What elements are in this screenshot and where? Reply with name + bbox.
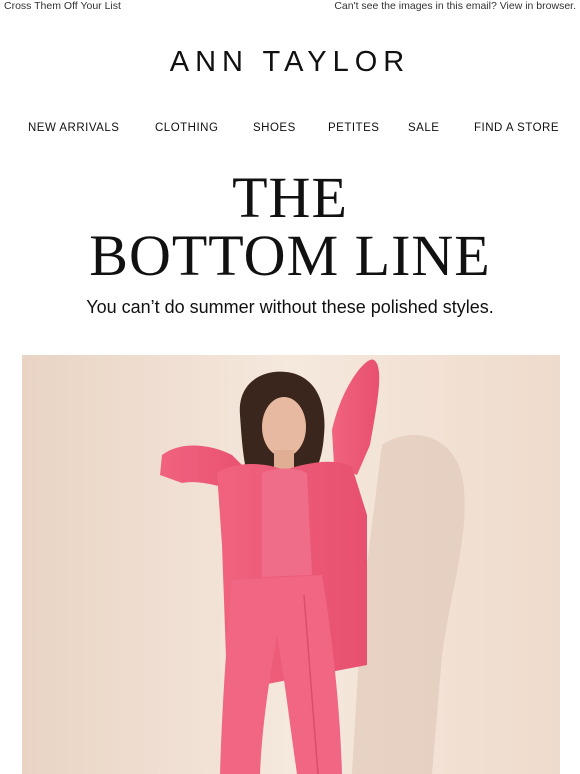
preheader-link-cross-off[interactable]: Cross Them Off Your List xyxy=(4,0,121,12)
face xyxy=(262,397,306,457)
brand-logo[interactable]: ANN TAYLOR xyxy=(0,46,580,79)
preheader: Cross Them Off Your List Can't see the i… xyxy=(0,0,580,14)
headline-line-2: BOTTOM LINE xyxy=(89,223,491,288)
nav-item-clothing[interactable]: CLOTHING xyxy=(155,122,218,134)
headline-line-1: THE xyxy=(232,165,348,230)
top xyxy=(262,468,312,577)
nav-item-find-a-store[interactable]: FIND A STORE xyxy=(474,122,559,134)
nav-item-new-arrivals[interactable]: NEW ARRIVALS xyxy=(28,122,119,134)
model-photo-illustration xyxy=(22,355,560,774)
subheadline: You can’t do summer without these polish… xyxy=(86,297,494,317)
nav-item-petites[interactable]: PETITES xyxy=(328,122,379,134)
nav-item-sale[interactable]: SALE xyxy=(408,122,439,134)
view-in-browser-link[interactable]: Can't see the images in this email? View… xyxy=(334,0,576,12)
email-page: Cross Them Off Your List Can't see the i… xyxy=(0,0,580,774)
nav-item-shoes[interactable]: SHOES xyxy=(253,122,296,134)
hero-image[interactable] xyxy=(22,355,560,774)
main-nav: NEW ARRIVALS CLOTHING SHOES PETITES SALE… xyxy=(0,122,580,138)
